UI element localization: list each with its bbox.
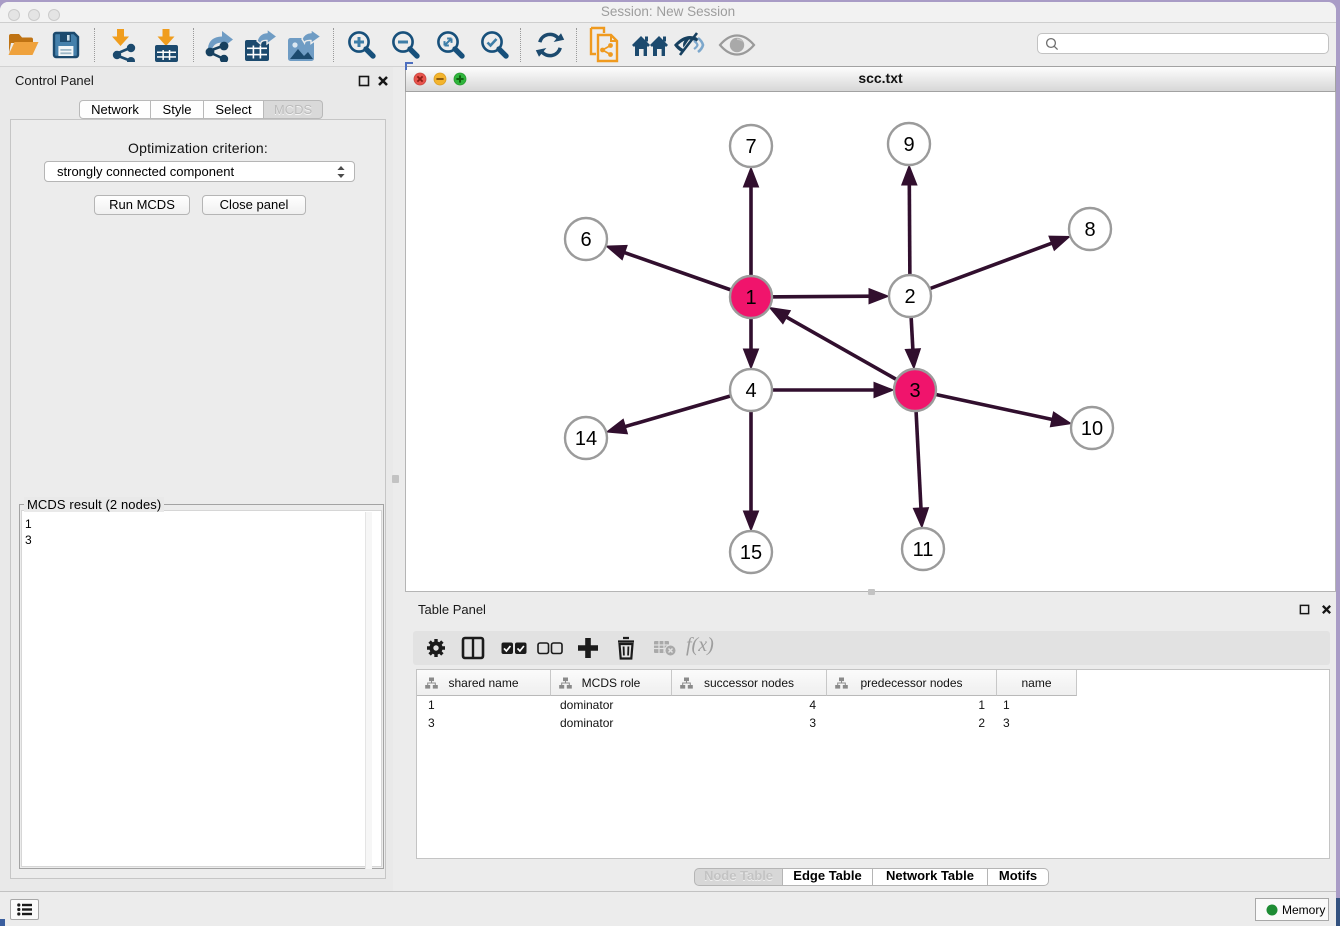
svg-text:14: 14 [575,428,597,450]
svg-text:7: 7 [745,136,756,158]
svg-text:2: 2 [904,286,915,308]
svg-text:8: 8 [1084,219,1095,241]
svg-text:1: 1 [745,287,756,309]
svg-text:10: 10 [1081,418,1103,440]
svg-text:9: 9 [903,134,914,156]
svg-text:4: 4 [745,380,756,402]
svg-text:15: 15 [740,542,762,564]
svg-text:3: 3 [909,380,920,402]
svg-text:6: 6 [580,229,591,251]
svg-text:11: 11 [913,539,934,561]
